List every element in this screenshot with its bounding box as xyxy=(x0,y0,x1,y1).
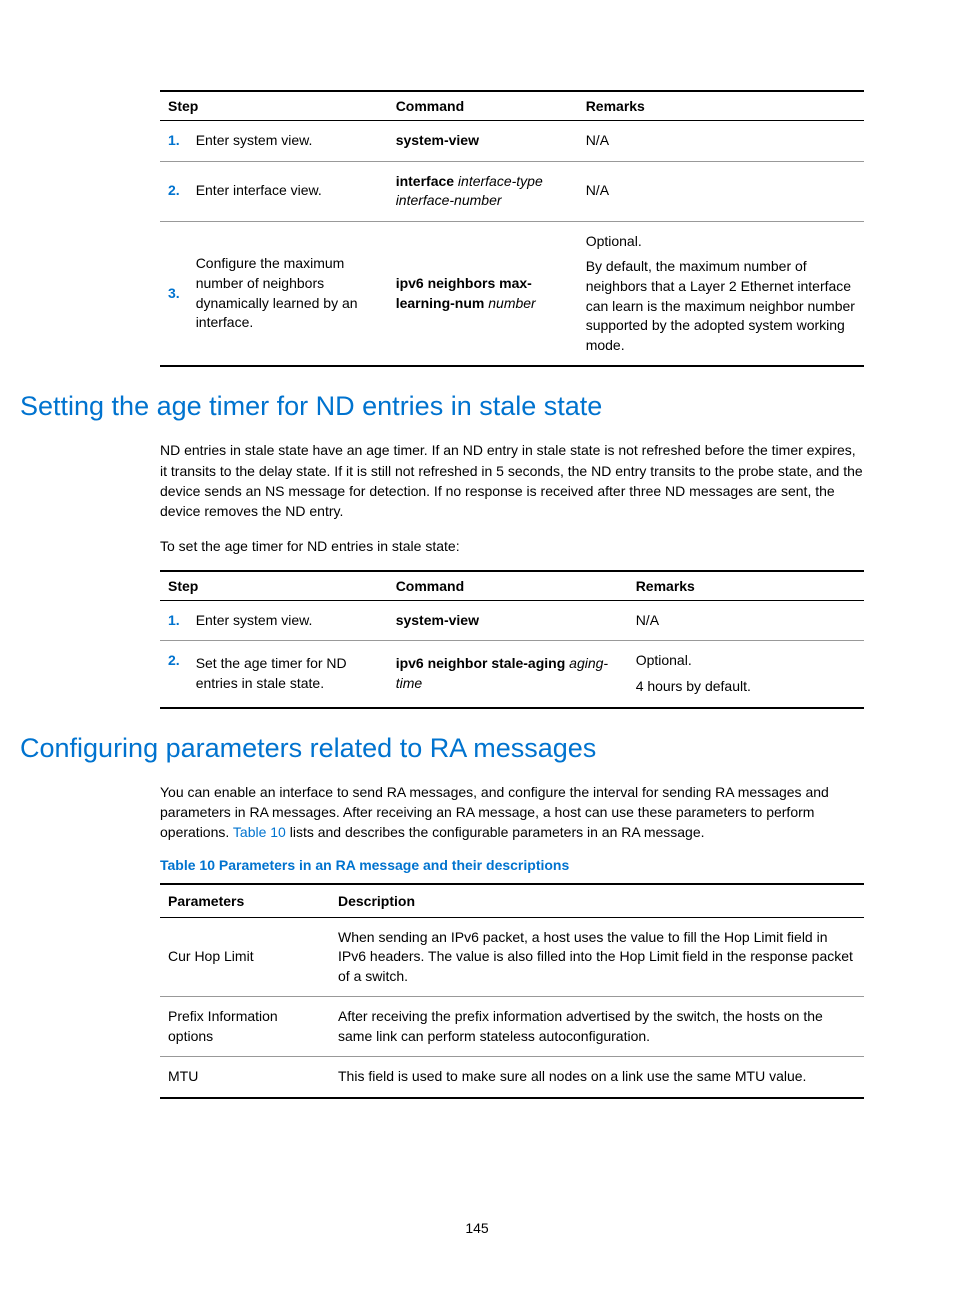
table-row: 1. Enter system view. system-view N/A xyxy=(160,121,864,162)
page-number: 145 xyxy=(0,1220,954,1236)
table-row: 2. Enter interface view. interface inter… xyxy=(160,161,864,221)
step-remarks: Optional. By default, the maximum number… xyxy=(578,221,864,366)
step-number: 3. xyxy=(160,221,188,366)
steps-table-1: Step Command Remarks 1. Enter system vie… xyxy=(160,90,864,367)
step-command: system-view xyxy=(388,600,628,641)
section-heading-ra-params: Configuring parameters related to RA mes… xyxy=(20,733,864,764)
table-ref-link[interactable]: Table 10 xyxy=(233,824,286,840)
table-row: 3. Configure the maximum number of neigh… xyxy=(160,221,864,366)
col-remarks: Remarks xyxy=(628,571,864,601)
param-name: MTU xyxy=(160,1057,330,1098)
col-parameters: Parameters xyxy=(160,884,330,918)
steps-table-2: Step Command Remarks 1. Enter system vie… xyxy=(160,570,864,709)
param-desc: After receiving the prefix information a… xyxy=(330,997,864,1057)
col-command: Command xyxy=(388,571,628,601)
step-remarks: N/A xyxy=(628,600,864,641)
param-name: Cur Hop Limit xyxy=(160,917,330,997)
step-remarks: N/A xyxy=(578,161,864,221)
step-description: Set the age timer for ND entries in stal… xyxy=(188,641,388,708)
table-row: Prefix Information options After receivi… xyxy=(160,997,864,1057)
col-command: Command xyxy=(388,91,578,121)
step-description: Enter interface view. xyxy=(188,161,388,221)
step-command: interface interface-type interface-numbe… xyxy=(388,161,578,221)
col-description: Description xyxy=(330,884,864,918)
step-command: system-view xyxy=(388,121,578,162)
paragraph: You can enable an interface to send RA m… xyxy=(160,782,864,843)
col-remarks: Remarks xyxy=(578,91,864,121)
paragraph: To set the age timer for ND entries in s… xyxy=(160,536,864,556)
step-remarks: N/A xyxy=(578,121,864,162)
table-row: Cur Hop Limit When sending an IPv6 packe… xyxy=(160,917,864,997)
paragraph: ND entries in stale state have an age ti… xyxy=(160,440,864,521)
step-description: Enter system view. xyxy=(188,121,388,162)
col-step: Step xyxy=(160,571,388,601)
step-remarks: Optional. 4 hours by default. xyxy=(628,641,864,708)
step-description: Enter system view. xyxy=(188,600,388,641)
step-number: 2. xyxy=(160,161,188,221)
step-number: 1. xyxy=(160,121,188,162)
table-row: MTU This field is used to make sure all … xyxy=(160,1057,864,1098)
step-number: 1. xyxy=(160,600,188,641)
step-command: ipv6 neighbors max-learning-num number xyxy=(388,221,578,366)
table-row: 2. Set the age timer for ND entries in s… xyxy=(160,641,864,708)
param-desc: This field is used to make sure all node… xyxy=(330,1057,864,1098)
step-command: ipv6 neighbor stale-aging aging-time xyxy=(388,641,628,708)
param-desc: When sending an IPv6 packet, a host uses… xyxy=(330,917,864,997)
col-step: Step xyxy=(160,91,388,121)
step-number: 2. xyxy=(160,641,188,708)
params-table: Parameters Description Cur Hop Limit Whe… xyxy=(160,883,864,1100)
section-heading-stale-timer: Setting the age timer for ND entries in … xyxy=(20,391,864,422)
table-row: 1. Enter system view. system-view N/A xyxy=(160,600,864,641)
param-name: Prefix Information options xyxy=(160,997,330,1057)
table-caption: Table 10 Parameters in an RA message and… xyxy=(160,857,864,873)
step-description: Configure the maximum number of neighbor… xyxy=(188,221,388,366)
